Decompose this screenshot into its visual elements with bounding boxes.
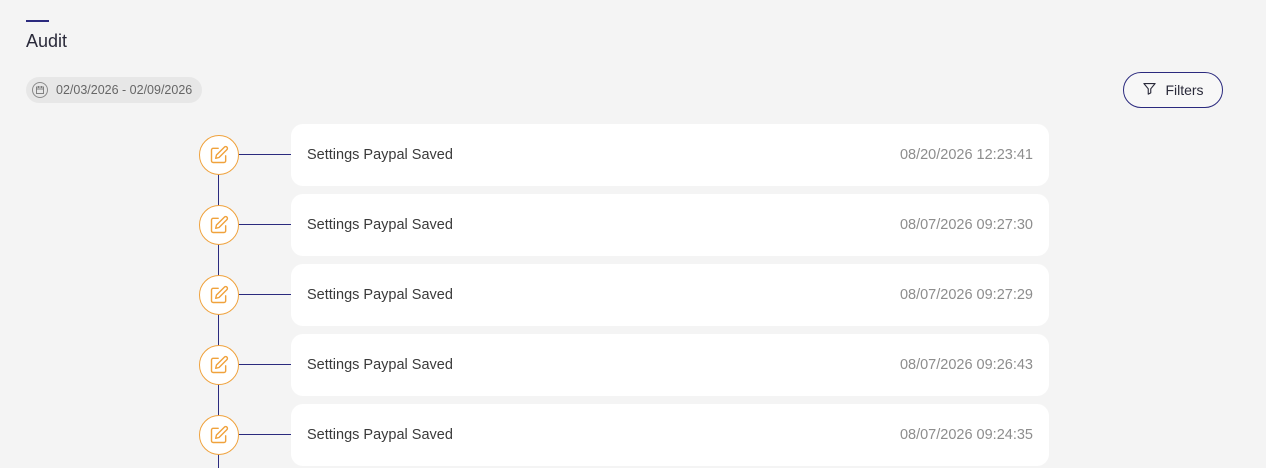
event-timestamp: 08/07/2026 09:27:29 [899,287,1033,303]
timeline-row: Settings Paypal Saved 08/07/2026 09:27:29 [0,264,1266,326]
date-range-chip[interactable]: 02/03/2026 - 02/09/2026 [26,77,203,103]
audit-event-card[interactable]: Settings Paypal Saved 08/07/2026 09:26:43 [291,334,1049,396]
timeline-row: Settings Paypal Saved 08/07/2026 09:26:43 [0,334,1266,396]
audit-event-card[interactable]: Settings Paypal Saved 08/07/2026 09:24:35 [291,404,1049,466]
page-title: Audit [26,31,68,51]
event-timestamp: 08/07/2026 09:26:43 [899,357,1033,373]
event-description: Settings Paypal Saved [307,217,453,233]
edit-icon [199,275,239,315]
title-accent-bar [26,20,49,22]
edit-icon [199,415,239,455]
filters-label: Filters [1165,82,1204,98]
event-description: Settings Paypal Saved [307,287,453,303]
timeline-row: Settings Paypal Saved 08/20/2026 12:23:41 [0,124,1266,186]
edit-icon [199,135,239,175]
event-description: Settings Paypal Saved [307,357,453,373]
filters-button[interactable]: Filters [1123,72,1223,108]
timeline-row: Settings Paypal Saved 08/07/2026 09:24:35 [0,404,1266,466]
timeline-connector [239,364,291,365]
event-description: Settings Paypal Saved [307,427,453,443]
audit-event-card[interactable]: Settings Paypal Saved 08/20/2026 12:23:41 [291,124,1049,186]
date-range-label: 02/03/2026 - 02/09/2026 [56,83,193,97]
timeline-connector [239,224,291,225]
calendar-icon [32,82,48,98]
audit-event-card[interactable]: Settings Paypal Saved 08/07/2026 09:27:29 [291,264,1049,326]
edit-icon [199,345,239,385]
timeline-connector [239,294,291,295]
audit-event-card[interactable]: Settings Paypal Saved 08/07/2026 09:27:30 [291,194,1049,256]
event-description: Settings Paypal Saved [307,147,453,163]
filter-icon [1142,81,1157,99]
event-timestamp: 08/07/2026 09:27:30 [899,217,1033,233]
event-timestamp: 08/07/2026 09:24:35 [899,427,1033,443]
timeline-connector [239,154,291,155]
timeline-row: Settings Paypal Saved 08/07/2026 09:27:30 [0,194,1266,256]
event-timestamp: 08/20/2026 12:23:41 [899,147,1033,163]
timeline-connector [239,434,291,435]
edit-icon [199,205,239,245]
